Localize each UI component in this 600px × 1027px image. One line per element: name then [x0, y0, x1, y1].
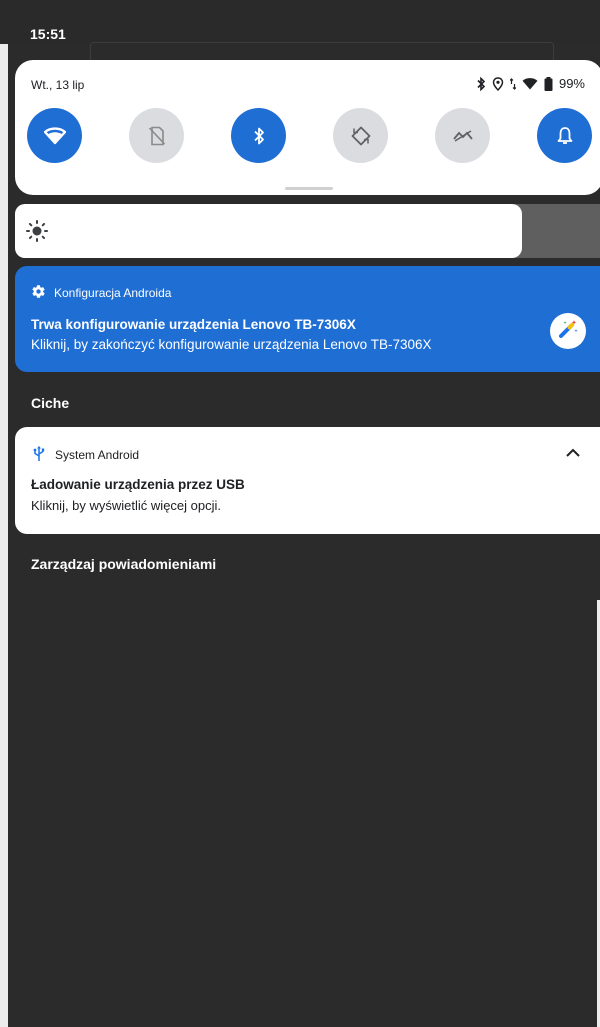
quick-settings-tiles: [27, 108, 595, 164]
data-arrows-icon: [509, 77, 516, 90]
manage-notifications-button[interactable]: Zarządzaj powiadomieniami: [31, 556, 216, 572]
notification-app-name: Konfiguracja Androida: [54, 286, 172, 300]
notification-title: Trwa konfigurowanie urządzenia Lenovo TB…: [31, 317, 356, 332]
background-search-bar: [90, 42, 554, 62]
quick-settings-panel: Wt., 13 lip 99%: [15, 60, 600, 195]
bluetooth-icon: [252, 126, 266, 146]
tile-wifi[interactable]: [27, 108, 82, 163]
section-header-silent: Ciche: [31, 395, 70, 411]
notification-usb-charging[interactable]: System Android Ładowanie urządzenia prze…: [15, 427, 600, 534]
status-bar: 15:51: [0, 0, 600, 62]
notification-app-name: System Android: [55, 448, 140, 462]
brightness-slider[interactable]: [15, 204, 600, 258]
notification-header: Konfiguracja Androida: [31, 284, 171, 302]
screen-edge-left: [0, 0, 8, 1027]
wifi-status-icon: [522, 77, 538, 90]
data-saver-icon: [452, 129, 474, 143]
tile-bluetooth[interactable]: [231, 108, 286, 163]
usb-icon: [33, 445, 45, 465]
tile-auto-rotate[interactable]: [333, 108, 388, 163]
notification-large-icon: [550, 313, 586, 349]
gear-icon: [31, 284, 46, 302]
bell-icon: [557, 126, 573, 146]
battery-icon: [544, 76, 553, 91]
battery-percent: 99%: [558, 76, 585, 91]
tile-data-saver[interactable]: [435, 108, 490, 163]
brightness-level-fill[interactable]: [15, 204, 522, 258]
location-icon: [492, 76, 504, 91]
notification-android-setup[interactable]: Konfiguracja Androida Trwa konfigurowani…: [15, 266, 600, 372]
chevron-up-icon[interactable]: [563, 443, 583, 463]
quick-settings-date[interactable]: Wt., 13 lip: [31, 78, 84, 92]
panel-drag-handle[interactable]: [285, 187, 333, 190]
bluetooth-status-icon: [476, 76, 486, 91]
tile-sim[interactable]: [129, 108, 184, 163]
rotate-icon: [350, 125, 372, 147]
notification-title: Ładowanie urządzenia przez USB: [31, 477, 245, 492]
wifi-icon: [43, 126, 66, 145]
status-time: 15:51: [30, 26, 66, 42]
quick-settings-status-icons: 99%: [476, 76, 585, 91]
notification-text: Kliknij, by zakończyć konfigurowanie urz…: [31, 337, 432, 352]
brightness-icon: [25, 219, 49, 243]
no-sim-icon: [148, 126, 166, 146]
magic-wand-icon: [556, 317, 580, 346]
tile-notifications[interactable]: [537, 108, 592, 163]
notification-text: Kliknij, by wyświetlić więcej opcji.: [31, 498, 221, 513]
notification-header: System Android: [33, 445, 139, 465]
